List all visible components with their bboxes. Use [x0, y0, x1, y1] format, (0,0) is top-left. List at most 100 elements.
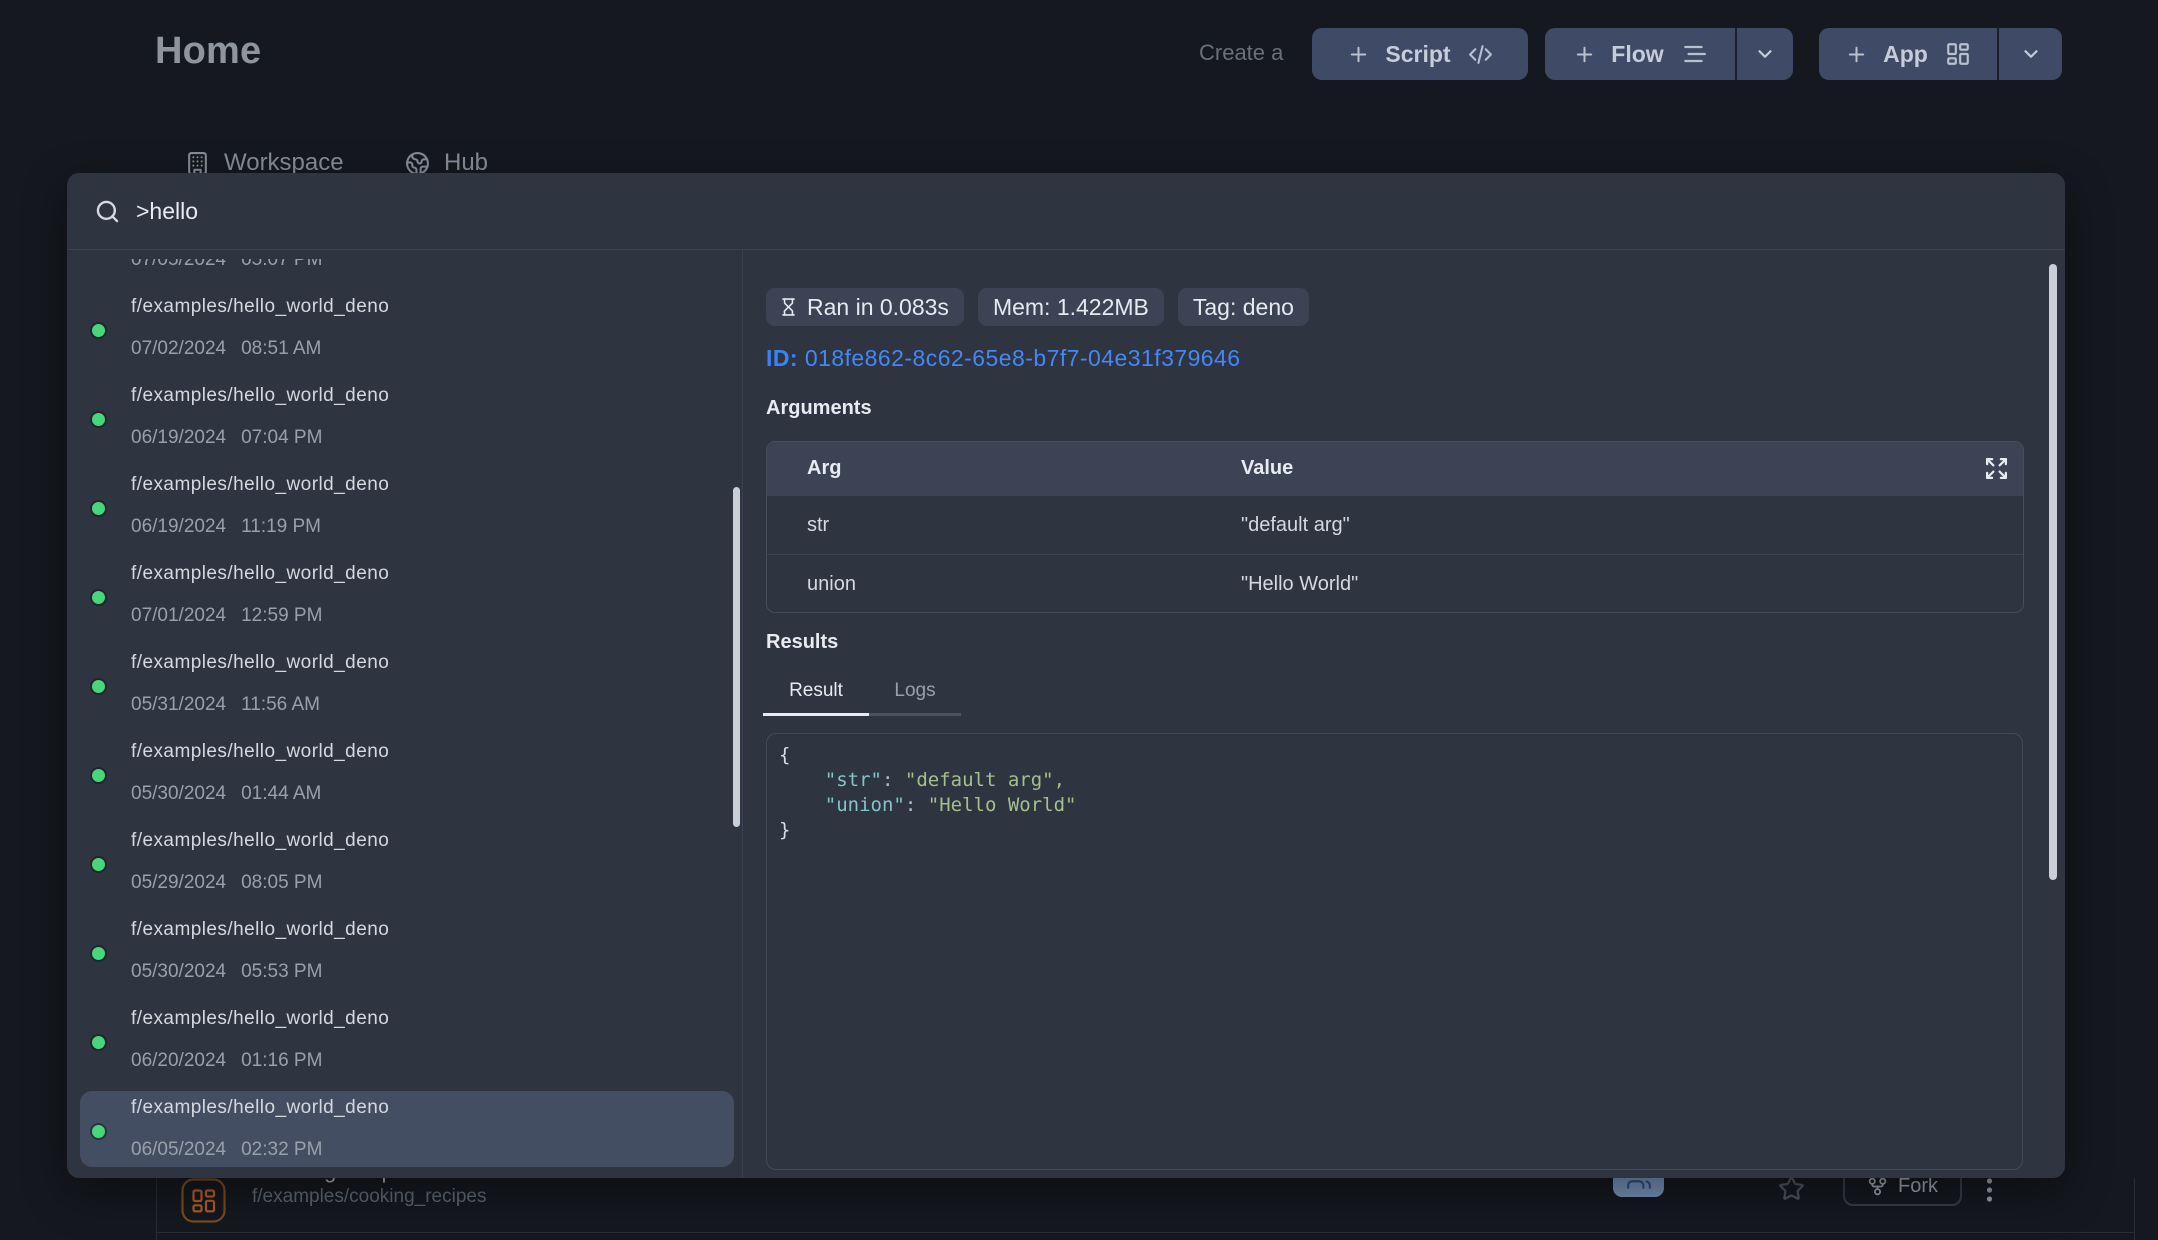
- run-path: f/examples/hello_world_deno: [131, 828, 389, 854]
- flow-icon: [1681, 41, 1707, 67]
- git-fork-icon: [1867, 1176, 1888, 1197]
- run-datetime: 07/02/2024 08:51 AM: [131, 336, 321, 362]
- value-cell: "Hello World": [1241, 555, 1358, 614]
- run-date: 07/05/2024: [131, 259, 226, 273]
- run-time: 12:59 PM: [241, 603, 322, 629]
- chevron-down-icon: [1754, 43, 1776, 65]
- result-json-viewer[interactable]: { "str": "default arg", "union": "Hello …: [766, 733, 2023, 1170]
- run-success-dot: [92, 502, 105, 515]
- run-date: 06/05/2024: [131, 1137, 226, 1163]
- star-icon[interactable]: [1778, 1175, 1805, 1202]
- code-line: {: [779, 743, 2010, 768]
- tag-badge: Tag: deno: [1178, 288, 1309, 326]
- tag-badge-label: Tag: deno: [1193, 288, 1294, 326]
- value-cell: "default arg": [1241, 496, 1350, 555]
- create-a-label: Create a: [1199, 39, 1283, 67]
- run-list-item[interactable]: f/examples/hello_world_deno 06/19/2024 1…: [67, 466, 742, 555]
- run-date: 05/30/2024: [131, 781, 226, 807]
- run-list-item[interactable]: f/examples/hello_world_deno 05/30/2024 0…: [67, 911, 742, 1000]
- run-date: 06/19/2024: [131, 514, 226, 540]
- run-id-label: ID:: [766, 345, 798, 371]
- run-time: 05:07 PM: [241, 259, 322, 273]
- search-input[interactable]: >hello: [136, 196, 198, 226]
- arguments-table: Arg Value str "default arg" union "Hello…: [766, 441, 2024, 613]
- run-id-value: 018fe862-8c62-65e8-b7f7-04e31f379646: [805, 345, 1241, 371]
- run-time: 08:05 PM: [241, 870, 322, 896]
- run-success-dot: [92, 1125, 105, 1138]
- run-list-item[interactable]: f/examples/hello_world_deno 07/01/2024 1…: [67, 555, 742, 644]
- run-datetime: 06/20/2024 01:16 PM: [131, 1048, 322, 1074]
- run-list-item[interactable]: f/examples/hello_world_deno 06/05/2024 0…: [67, 1089, 742, 1178]
- run-datetime: 06/19/2024 07:04 PM: [131, 425, 322, 451]
- run-time: 08:51 AM: [241, 336, 321, 362]
- create-script-button[interactable]: Script: [1312, 28, 1528, 80]
- arguments-heading: Arguments: [766, 395, 872, 421]
- globe-icon: [405, 151, 430, 176]
- run-list-item[interactable]: f/examples/hello_world_deno 06/20/2024 0…: [67, 1000, 742, 1089]
- run-time: 01:16 PM: [241, 1048, 322, 1074]
- run-list-item[interactable]: f/examples/hello_world_deno 06/19/2024 0…: [67, 377, 742, 466]
- run-date: 06/20/2024: [131, 1048, 226, 1074]
- building-icon: [185, 151, 210, 176]
- run-date: 05/31/2024: [131, 692, 226, 718]
- windmill-home-page: Home Create a Script Flow App: [0, 0, 2158, 1240]
- duration-badge-label: Ran in 0.083s: [807, 288, 949, 326]
- run-path: f/examples/hello_world_deno: [131, 1006, 389, 1032]
- run-path: f/examples/hello_world_deno: [131, 650, 389, 676]
- plus-icon: [1347, 43, 1370, 66]
- run-path: f/examples/hello_world_deno: [131, 383, 389, 409]
- expand-icon[interactable]: [1984, 456, 2009, 481]
- app-button-label: App: [1883, 41, 1928, 68]
- command-palette-modal: >hello f/examples/hello_world_deno 07/05…: [67, 173, 2065, 1178]
- create-app-button[interactable]: App: [1819, 28, 1997, 80]
- run-id[interactable]: ID: 018fe862-8c62-65e8-b7f7-04e31f379646: [766, 343, 1241, 373]
- run-list-item[interactable]: f/examples/hello_world_deno 05/30/2024 0…: [67, 733, 742, 822]
- tab-result[interactable]: Result: [763, 678, 869, 716]
- duration-badge: Ran in 0.083s: [766, 288, 964, 326]
- run-date: 06/19/2024: [131, 425, 226, 451]
- run-list-item[interactable]: f/examples/hello_world_deno 05/29/2024 0…: [67, 822, 742, 911]
- run-list-item[interactable]: f/examples/hello_world_deno 07/05/2024 0…: [67, 259, 742, 288]
- run-time: 01:44 AM: [241, 781, 321, 807]
- code-line: "union": "Hello World": [779, 793, 2010, 818]
- run-success-dot: [92, 947, 105, 960]
- run-success-dot: [92, 1036, 105, 1049]
- run-path: f/examples/hello_world_deno: [131, 294, 389, 320]
- flow-dropdown-button[interactable]: [1737, 28, 1793, 80]
- list-right-border: [2134, 1178, 2135, 1240]
- run-datetime: 06/19/2024 11:19 PM: [131, 514, 321, 540]
- column-divider: [742, 250, 743, 1178]
- run-list: f/examples/hello_world_deno 07/05/2024 0…: [67, 259, 742, 1178]
- code-line: }: [779, 818, 2010, 843]
- tab-logs[interactable]: Logs: [869, 678, 961, 716]
- panel-scrollbar[interactable]: [2049, 264, 2057, 880]
- run-path: f/examples/hello_world_deno: [131, 917, 389, 943]
- plus-icon: [1573, 43, 1596, 66]
- list-scrollbar[interactable]: [733, 487, 740, 827]
- run-list-item[interactable]: f/examples/hello_world_deno 05/31/2024 1…: [67, 644, 742, 733]
- run-path: f/examples/hello_world_deno: [131, 739, 389, 765]
- list-left-border: [156, 1178, 157, 1240]
- search-row: [67, 173, 2065, 250]
- run-datetime: 05/31/2024 11:56 AM: [131, 692, 320, 718]
- app-dropdown-button[interactable]: [1999, 28, 2062, 80]
- run-datetime: 05/30/2024 05:53 PM: [131, 959, 322, 985]
- run-datetime: 05/30/2024 01:44 AM: [131, 781, 321, 807]
- search-icon: [94, 198, 121, 225]
- hourglass-icon: [779, 295, 798, 319]
- create-flow-button[interactable]: Flow: [1545, 28, 1735, 80]
- run-success-dot: [92, 413, 105, 426]
- run-success-dot: [92, 858, 105, 871]
- chevron-down-icon: [2020, 43, 2042, 65]
- code-icon: [1468, 42, 1493, 67]
- run-date: 07/02/2024: [131, 336, 226, 362]
- run-success-dot: [92, 324, 105, 337]
- run-date: 05/29/2024: [131, 870, 226, 896]
- run-list-item[interactable]: f/examples/hello_world_deno 07/02/2024 0…: [67, 288, 742, 377]
- kebab-menu-icon[interactable]: [1986, 1177, 1993, 1203]
- app-item-icon: [181, 1178, 226, 1223]
- run-path: f/examples/hello_world_deno: [131, 472, 389, 498]
- run-time: 07:04 PM: [241, 425, 322, 451]
- run-path: f/examples/hello_world_deno: [131, 1095, 389, 1121]
- create-flow-button-group: Flow: [1545, 28, 1793, 80]
